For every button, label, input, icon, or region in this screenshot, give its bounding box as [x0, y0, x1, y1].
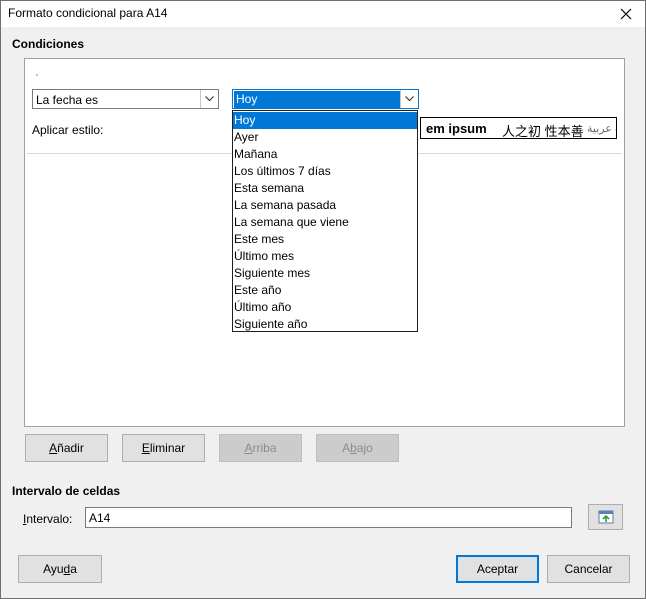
entry-marker [36, 74, 38, 76]
range-label: Intervalo: [23, 512, 72, 526]
add-label-key: A [49, 441, 58, 455]
range-input[interactable]: A14 [85, 507, 572, 528]
dropdown-option[interactable]: Mañana [233, 146, 417, 163]
delete-condition-button[interactable]: Eliminar [122, 434, 205, 462]
add-label-post: ñadir [57, 441, 84, 455]
condition-type-value: La fecha es [36, 93, 99, 107]
shrink-dialog-button[interactable] [588, 504, 623, 530]
close-icon [620, 8, 632, 20]
help-label-post: a [70, 562, 77, 576]
date-condition-select[interactable]: Hoy [232, 89, 419, 109]
up-label-post: rriba [252, 441, 277, 455]
down-label-pre: A [342, 441, 351, 455]
conditions-heading: Condiciones [12, 37, 85, 51]
dropdown-option[interactable]: Los últimos 7 días [233, 163, 417, 180]
cancel-button[interactable]: Cancelar [547, 555, 630, 583]
delete-label-post: liminar [149, 441, 186, 455]
up-label-key: A [244, 441, 253, 455]
title-bar: Formato condicional para A14 [1, 1, 645, 27]
preview-cjk-text: 人之初 性本善 [502, 124, 584, 139]
conditional-format-dialog: Formato condicional para A14 Condiciones… [0, 0, 646, 599]
dropdown-option[interactable]: Último año [233, 299, 417, 316]
close-button[interactable] [617, 5, 635, 23]
dropdown-option[interactable]: Hoy [233, 112, 417, 129]
ok-label: Aceptar [476, 562, 519, 576]
help-button[interactable]: Ayu d a [18, 555, 102, 583]
dropdown-option[interactable]: Último mes [233, 248, 417, 265]
chevron-down-icon [405, 96, 414, 102]
apply-style-label: Aplicar estilo: [32, 123, 104, 137]
preview-arabic-text: ة عربية [587, 123, 616, 135]
cell-range-heading: Intervalo de celdas [12, 484, 121, 498]
range-input-value: A14 [89, 511, 111, 525]
dropdown-option[interactable]: La semana pasada [233, 197, 417, 214]
down-label-post: ajo [356, 441, 373, 455]
date-condition-dropdown-button[interactable] [400, 90, 418, 108]
dropdown-option[interactable]: Este año [233, 282, 417, 299]
dropdown-option[interactable]: Siguiente mes [233, 265, 417, 282]
help-label-pre: Ayu [43, 562, 64, 576]
dropdown-option[interactable]: Esta semana [233, 180, 417, 197]
move-down-button[interactable]: Ab ajo [316, 434, 399, 462]
chevron-down-icon [205, 96, 214, 102]
preview-latin-text: em ipsum [426, 121, 487, 136]
style-preview: em ipsum 人之初 性本善 ة عربية [420, 117, 617, 139]
date-condition-dropdown-list[interactable]: Hoy Ayer Mañana Los últimos 7 días Esta sema… [232, 110, 418, 332]
ok-button[interactable]: Aceptar [456, 555, 539, 583]
dropdown-option[interactable]: Siguiente año [233, 316, 417, 333]
cancel-label: Cancelar [564, 562, 613, 576]
condition-type-dropdown-button[interactable] [200, 90, 218, 108]
dropdown-option[interactable]: Ayer [233, 129, 417, 146]
shrink-dialog-icon [598, 510, 613, 524]
condition-type-select[interactable]: La fecha es [32, 89, 219, 109]
range-label-post: ntervalo: [26, 512, 73, 526]
dialog-title: Formato condicional para A14 [8, 6, 168, 20]
dropdown-option[interactable]: Este mes [233, 231, 417, 248]
down-label-key: b [350, 441, 357, 455]
move-up-button[interactable]: Arriba [219, 434, 302, 462]
dropdown-option[interactable]: La semana que viene [233, 214, 417, 231]
add-condition-button[interactable]: Añadir [25, 434, 108, 462]
delete-label-key: E [141, 441, 150, 455]
date-condition-value: Hoy [234, 91, 403, 108]
help-label-key: d [63, 562, 71, 576]
